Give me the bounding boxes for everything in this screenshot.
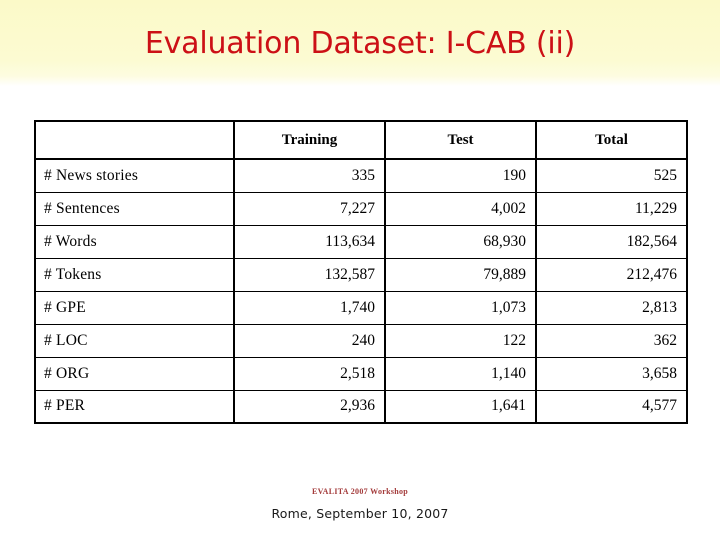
cell-per-test: 1,641 [384, 389, 537, 424]
cell-news-stories-test: 190 [384, 158, 537, 193]
cell-news-stories-training: 335 [233, 158, 386, 193]
footer-place-date: Rome, September 10, 2007 [271, 506, 449, 521]
dataset-statistics-table-container: Training Test Total # News stories 335 1… [34, 120, 688, 424]
cell-org-total: 3,658 [535, 356, 688, 391]
cell-org-test: 1,140 [384, 356, 537, 391]
dataset-statistics-table: Training Test Total # News stories 335 1… [34, 120, 688, 424]
cell-words-training: 113,634 [233, 224, 386, 259]
slide-footer: EVALITA 2007 Workshop Rome, September 10… [0, 486, 720, 521]
column-header-training: Training [233, 120, 386, 160]
table-row: # LOC 240 122 362 [34, 323, 688, 358]
column-header-total: Total [535, 120, 688, 160]
cell-per-training: 2,936 [233, 389, 386, 424]
cell-sentences-test: 4,002 [384, 191, 537, 226]
cell-per-total: 4,577 [535, 389, 688, 424]
table-row: # News stories 335 190 525 [34, 158, 688, 193]
column-header-blank [34, 120, 235, 160]
table-row: # ORG 2,518 1,140 3,658 [34, 356, 688, 391]
cell-loc-total: 362 [535, 323, 688, 358]
row-label-loc: # LOC [34, 323, 235, 358]
row-label-sentences: # Sentences [34, 191, 235, 226]
cell-loc-training: 240 [233, 323, 386, 358]
row-label-tokens: # Tokens [34, 257, 235, 292]
cell-loc-test: 122 [384, 323, 537, 358]
cell-org-training: 2,518 [233, 356, 386, 391]
title-band: Evaluation Dataset: I-CAB (ii) [0, 0, 720, 86]
table-body: # News stories 335 190 525 # Sentences 7… [34, 158, 688, 424]
cell-tokens-training: 132,587 [233, 257, 386, 292]
cell-tokens-total: 212,476 [535, 257, 688, 292]
page-title: Evaluation Dataset: I-CAB (ii) [144, 26, 576, 61]
cell-words-test: 68,930 [384, 224, 537, 259]
cell-sentences-training: 7,227 [233, 191, 386, 226]
table-row: # GPE 1,740 1,073 2,813 [34, 290, 688, 325]
table-row: # Tokens 132,587 79,889 212,476 [34, 257, 688, 292]
cell-tokens-test: 79,889 [384, 257, 537, 292]
table-row: # PER 2,936 1,641 4,577 [34, 389, 688, 424]
row-label-org: # ORG [34, 356, 235, 391]
cell-sentences-total: 11,229 [535, 191, 688, 226]
cell-words-total: 182,564 [535, 224, 688, 259]
row-label-per: # PER [34, 389, 235, 424]
table-row: # Words 113,634 68,930 182,564 [34, 224, 688, 259]
cell-news-stories-total: 525 [535, 158, 688, 193]
cell-gpe-training: 1,740 [233, 290, 386, 325]
table-row: # Sentences 7,227 4,002 11,229 [34, 191, 688, 226]
table-header-row: Training Test Total [34, 120, 688, 160]
table-header: Training Test Total [34, 120, 688, 160]
footer-workshop-name: EVALITA 2007 Workshop [311, 487, 409, 496]
row-label-news-stories: # News stories [34, 158, 235, 193]
cell-gpe-test: 1,073 [384, 290, 537, 325]
row-label-words: # Words [34, 224, 235, 259]
cell-gpe-total: 2,813 [535, 290, 688, 325]
column-header-test: Test [384, 120, 537, 160]
row-label-gpe: # GPE [34, 290, 235, 325]
